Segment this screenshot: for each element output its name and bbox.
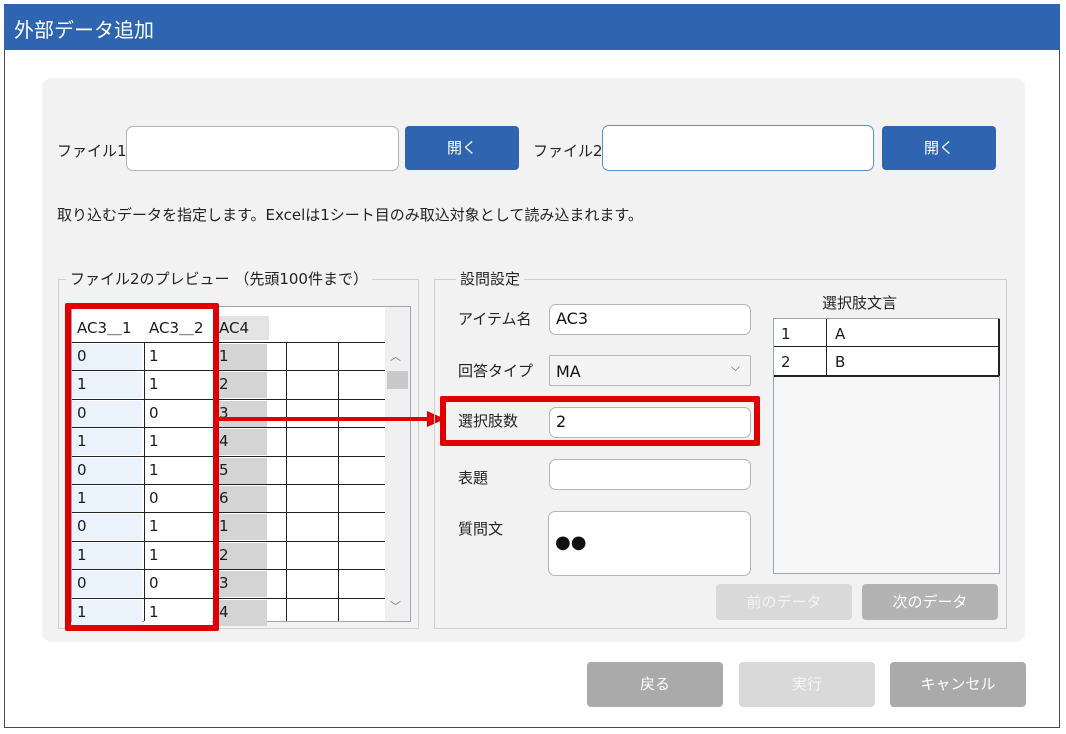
open-file1-button[interactable]: 開く <box>405 126 519 170</box>
back-button[interactable]: 戻る <box>587 662 723 707</box>
choices-rows-bg <box>774 319 999 375</box>
grid-cell[interactable]: 5 <box>214 458 267 484</box>
instruction-text: 取り込むデータを指定します。Excelは1シート目のみ取込対象として読み込まれま… <box>57 206 643 224</box>
scroll-down-icon[interactable]: ﹀ <box>390 598 401 614</box>
row-divider <box>774 346 999 347</box>
grid-cell[interactable]: 4 <box>214 429 267 455</box>
prev-data-button[interactable]: 前のデータ <box>716 584 852 620</box>
column-header: AC4 <box>214 316 269 340</box>
title-label: 表題 <box>458 469 489 487</box>
column-divider <box>826 319 827 376</box>
window-title: 外部データ追加 <box>14 18 154 42</box>
grid-cell[interactable]: 6 <box>214 486 267 512</box>
item-name-input[interactable]: AC3 <box>549 304 751 335</box>
column-divider <box>998 319 1000 376</box>
file2-label: ファイル2 <box>533 142 603 160</box>
scroll-up-icon[interactable]: ︿ <box>390 348 401 364</box>
question-text-input[interactable]: ●● <box>548 511 751 576</box>
cancel-button[interactable]: キャンセル <box>890 662 1026 707</box>
arrow-icon <box>219 411 445 427</box>
title-input[interactable] <box>549 459 751 490</box>
grid-cell[interactable]: 3 <box>214 571 267 597</box>
choice-num[interactable]: 2 <box>776 350 791 374</box>
grid-cell[interactable]: 2 <box>214 372 267 398</box>
question-text-label: 質問文 <box>458 520 504 538</box>
grid-cell[interactable]: 4 <box>214 600 267 626</box>
scrollbar-thumb[interactable] <box>387 371 408 389</box>
choice-num[interactable]: 1 <box>776 322 791 346</box>
answer-type-label: 回答タイプ <box>458 362 534 380</box>
file1-input[interactable] <box>126 126 399 171</box>
file1-label: ファイル1 <box>57 142 127 160</box>
highlight-box <box>440 396 760 446</box>
chevron-down-icon: ⌵ <box>730 360 740 374</box>
execute-button[interactable]: 実行 <box>739 662 875 707</box>
choice-text[interactable]: B <box>830 350 845 374</box>
grid-column-divider <box>338 342 339 621</box>
title-bar: 外部データ追加 <box>4 4 1060 50</box>
next-data-button[interactable]: 次のデータ <box>862 584 998 620</box>
open-file2-button[interactable]: 開く <box>882 126 996 170</box>
question-settings-legend: 設問設定 <box>456 268 525 289</box>
highlight-box <box>65 303 219 631</box>
grid-column-divider <box>286 342 287 621</box>
grid-cell[interactable]: 2 <box>214 543 267 569</box>
preview-legend: ファイル2のプレビュー （先頭100件まで） <box>66 268 372 289</box>
answer-type-select[interactable]: MA ⌵ <box>549 355 751 386</box>
grid-cell[interactable]: 1 <box>214 514 267 540</box>
file2-input[interactable] <box>602 125 874 171</box>
answer-type-value: MA <box>556 362 581 381</box>
item-name-label: アイテム名 <box>458 310 532 328</box>
choice-text[interactable]: A <box>830 322 845 346</box>
grid-cell[interactable]: 1 <box>214 344 267 370</box>
row-divider <box>774 375 999 377</box>
choices-header: 選択肢文言 <box>822 294 898 312</box>
